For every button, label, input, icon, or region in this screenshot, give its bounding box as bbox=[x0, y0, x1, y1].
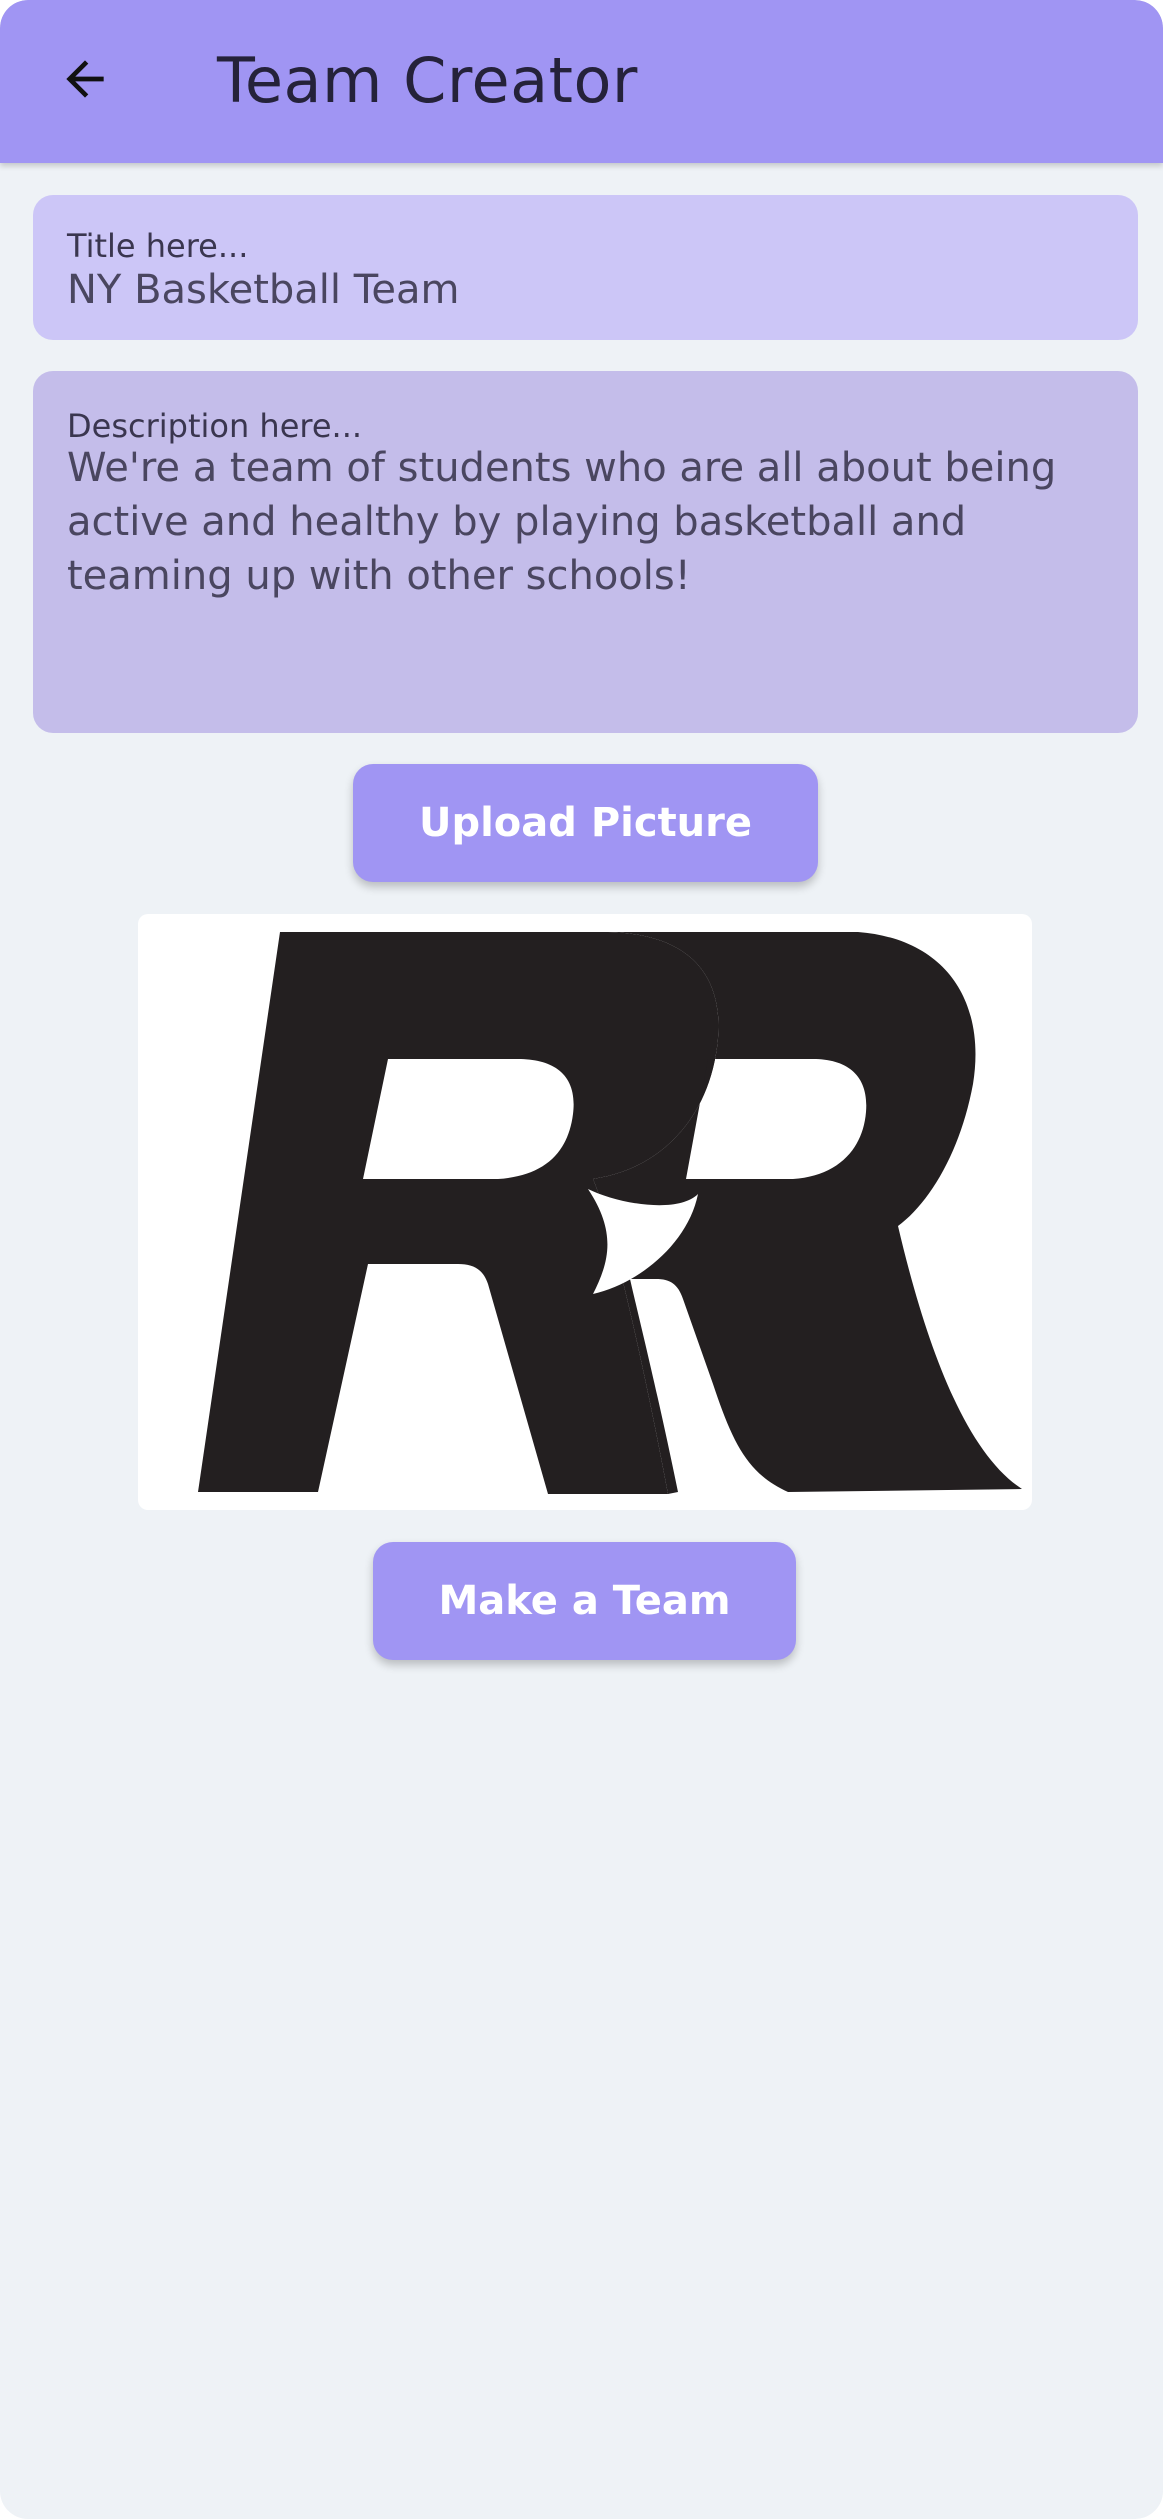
title-field-label: Title here... bbox=[67, 227, 249, 265]
upload-picture-button[interactable]: Upload Picture bbox=[353, 764, 818, 882]
team-creator-screen: Team Creator Title here... NY Basketball… bbox=[0, 0, 1163, 2519]
description-field-label: Description here... bbox=[67, 407, 363, 445]
make-team-button[interactable]: Make a Team bbox=[373, 1542, 796, 1660]
description-field[interactable]: Description here... We're a team of stud… bbox=[33, 371, 1138, 733]
title-field-value[interactable]: NY Basketball Team bbox=[67, 267, 459, 313]
description-field-value[interactable]: We're a team of students who are all abo… bbox=[67, 441, 1107, 603]
arrow-left-icon bbox=[57, 51, 113, 111]
back-button[interactable] bbox=[40, 36, 130, 126]
app-bar: Team Creator bbox=[0, 0, 1163, 163]
rr-logo bbox=[198, 932, 1022, 1494]
page-title: Team Creator bbox=[217, 44, 638, 117]
team-logo-image bbox=[138, 914, 1032, 1510]
title-field[interactable]: Title here... NY Basketball Team bbox=[33, 195, 1138, 340]
